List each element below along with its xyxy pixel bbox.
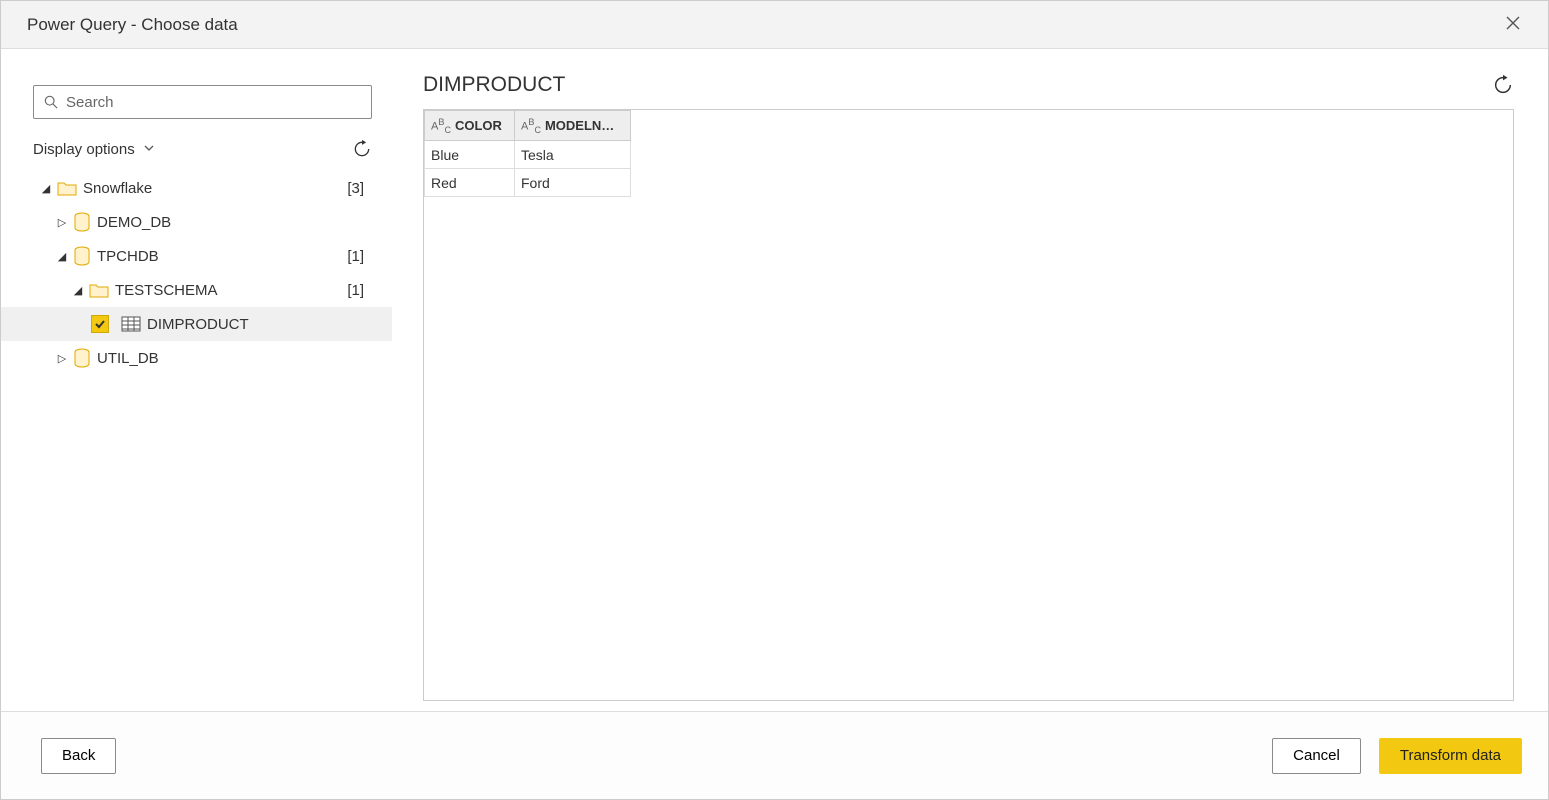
cell: Ford [515,169,631,197]
refresh-tree-icon[interactable] [352,139,372,159]
tree-label: UTIL_DB [97,350,159,367]
search-icon [44,95,58,109]
display-options-row: Display options [33,131,372,167]
cell: Tesla [515,141,631,169]
tree-node-snowflake[interactable]: ◢ Snowflake [3] [33,171,372,205]
cell: Blue [425,141,515,169]
display-options-toggle[interactable]: Display options [33,141,155,158]
collapse-icon[interactable]: ◢ [55,250,69,263]
display-options-label: Display options [33,141,135,158]
transform-data-button[interactable]: Transform data [1379,738,1522,774]
tree-label: TESTSCHEMA [115,282,218,299]
database-icon [73,348,91,368]
tree-count: [1] [347,282,364,299]
data-table: ABC COLOR ABC MODELN… [424,110,631,197]
column-label: COLOR [455,118,502,133]
tree-node-tpchdb[interactable]: ◢ TPCHDB [1] [33,239,372,273]
column-header-model[interactable]: ABC MODELN… [515,111,631,141]
tree-node-dimproduct[interactable]: DIMPRODUCT [33,307,372,341]
preview-header: DIMPRODUCT [423,73,1514,97]
table-header-row: ABC COLOR ABC MODELN… [425,111,631,141]
folder-icon [89,282,109,298]
tree-label: Snowflake [83,180,152,197]
cell: Red [425,169,515,197]
database-icon [73,246,91,266]
folder-icon [57,180,77,196]
collapse-icon[interactable]: ◢ [39,182,53,195]
chevron-down-icon [143,141,155,158]
expand-icon[interactable]: ▷ [55,216,69,229]
tree-label: DIMPRODUCT [147,316,249,333]
search-input[interactable] [66,94,361,111]
tree-count: [1] [347,248,364,265]
tree-count: [3] [347,180,364,197]
table-icon [121,316,141,332]
expand-icon[interactable]: ▷ [55,352,69,365]
cancel-button[interactable]: Cancel [1272,738,1361,774]
preview-panel: DIMPRODUCT ABC COLOR [393,49,1548,711]
tree-label: DEMO_DB [97,214,171,231]
preview-title: DIMPRODUCT [423,73,565,97]
text-type-icon: ABC [521,117,541,135]
collapse-icon[interactable]: ◢ [71,284,85,297]
tree-node-testschema[interactable]: ◢ TESTSCHEMA [1] [33,273,372,307]
table-row[interactable]: Blue Tesla [425,141,631,169]
search-box[interactable] [33,85,372,119]
tree-label: TPCHDB [97,248,159,265]
window-title: Power Query - Choose data [27,15,238,35]
navigator-tree: ◢ Snowflake [3] ▷ DEMO_DB ◢ TPCHDB [33,171,372,375]
footer: Back Cancel Transform data [1,711,1548,799]
table-row[interactable]: Red Ford [425,169,631,197]
tree-node-util-db[interactable]: ▷ UTIL_DB [33,341,372,375]
refresh-preview-icon[interactable] [1492,74,1514,96]
preview-grid: ABC COLOR ABC MODELN… [423,109,1514,701]
titlebar: Power Query - Choose data [1,1,1548,49]
database-icon [73,212,91,232]
back-button[interactable]: Back [41,738,116,774]
checkbox-checked-icon[interactable] [91,315,109,333]
column-header-color[interactable]: ABC COLOR [425,111,515,141]
column-label: MODELN… [545,118,614,133]
close-icon[interactable] [1498,10,1528,39]
sidebar: Display options ◢ Snowflake [3] ▷ [1,49,393,711]
content-area: Display options ◢ Snowflake [3] ▷ [1,49,1548,711]
tree-node-demo-db[interactable]: ▷ DEMO_DB [33,205,372,239]
text-type-icon: ABC [431,117,451,135]
